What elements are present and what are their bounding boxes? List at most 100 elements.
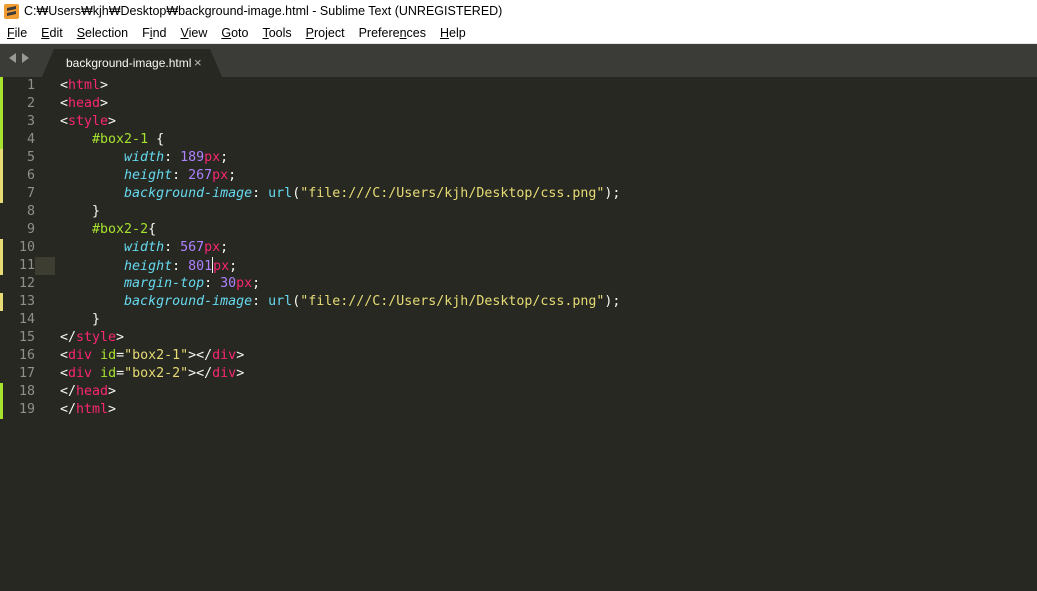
code-line[interactable]: 9 #box2-2{: [0, 221, 1037, 239]
tab-label: background-image.html: [66, 56, 192, 70]
code-token: px: [236, 276, 253, 291]
line-code: background-image: url("file:///C:/Users/…: [60, 293, 620, 311]
line-code: <html>: [60, 77, 108, 95]
code-token: }: [60, 312, 101, 327]
menu-project[interactable]: Project: [299, 26, 352, 40]
code-line[interactable]: 4 #box2-1 {: [0, 131, 1037, 149]
tab-scroll-right-icon[interactable]: [22, 53, 29, 63]
line-number: 10: [18, 240, 35, 255]
line-code: </style>: [60, 329, 124, 347]
line-number: 8: [26, 204, 35, 219]
close-icon[interactable]: ×: [194, 55, 202, 70]
code-token: 801: [188, 259, 213, 274]
code-line[interactable]: 11 height: 801px;: [0, 257, 1037, 275]
menu-goto[interactable]: Goto: [214, 26, 255, 40]
code-token: <: [60, 114, 69, 129]
code-token: (: [292, 186, 301, 201]
code-token: );: [604, 186, 621, 201]
line-number: 9: [26, 222, 35, 237]
code-token: ;: [220, 240, 229, 255]
line-number: 13: [18, 294, 35, 309]
code-token: url: [268, 294, 293, 309]
code-token: <: [60, 96, 69, 111]
code-token: =: [116, 348, 125, 363]
code-line[interactable]: 15 </style>: [0, 329, 1037, 347]
line-number: 4: [26, 132, 35, 147]
code-line[interactable]: 5 width: 189px;: [0, 149, 1037, 167]
code-token: "box2-2": [124, 366, 189, 381]
code-token: 267: [188, 168, 213, 183]
code-token: <: [60, 348, 69, 363]
menu-preferences[interactable]: Preferences: [352, 26, 433, 40]
code-token: >: [236, 366, 245, 381]
code-line[interactable]: 16 <div id="box2-1"></div>: [0, 347, 1037, 365]
code-line[interactable]: 1 <html>: [0, 77, 1037, 95]
code-token: style: [68, 114, 109, 129]
code-token: 567: [180, 240, 205, 255]
line-number: 14: [18, 312, 35, 327]
code-line[interactable]: 13 background-image: url("file:///C:/Use…: [0, 293, 1037, 311]
code-token: ;: [220, 150, 229, 165]
code-token: html: [68, 78, 101, 93]
menu-find[interactable]: Find: [135, 26, 173, 40]
tab-background-image-html[interactable]: background-image.html ×: [42, 49, 222, 77]
line-code: height: 267px;: [60, 167, 236, 185]
line-number: 3: [26, 114, 35, 129]
code-line[interactable]: 7 background-image: url("file:///C:/User…: [0, 185, 1037, 203]
tab-scroll-left-icon[interactable]: [9, 53, 16, 63]
line-code: </html>: [60, 401, 116, 419]
code-token: div: [212, 348, 237, 363]
line-number: 19: [18, 402, 35, 417]
line-number: 1: [26, 78, 35, 93]
menu-tools[interactable]: Tools: [255, 26, 298, 40]
line-code: </head>: [60, 383, 116, 401]
menu-edit[interactable]: Edit: [34, 26, 70, 40]
line-code: height: 801px;: [60, 257, 237, 276]
code-line[interactable]: 10 width: 567px;: [0, 239, 1037, 257]
line-code: width: 189px;: [60, 149, 228, 167]
code-line[interactable]: 19 </html>: [0, 401, 1037, 419]
menu-selection[interactable]: Selection: [70, 26, 135, 40]
code-line[interactable]: 18 </head>: [0, 383, 1037, 401]
line-code: }: [60, 311, 100, 329]
line-number: 17: [18, 366, 35, 381]
line-code: <div id="box2-2"></div>: [60, 365, 244, 383]
tab-scroll-arrows[interactable]: [9, 53, 29, 63]
title-bar: C:₩Users₩kjh₩Desktop₩background-image.ht…: [0, 0, 1037, 22]
code-token: >: [108, 402, 117, 417]
code-token: height: [124, 259, 173, 274]
code-token: "box2-1": [124, 348, 189, 363]
code-token: >: [108, 114, 117, 129]
code-line[interactable]: 3 <style>: [0, 113, 1037, 131]
line-number: 16: [18, 348, 35, 363]
line-code: #box2-2{: [60, 221, 156, 239]
code-token: px: [204, 240, 221, 255]
code-line[interactable]: 6 height: 267px;: [0, 167, 1037, 185]
code-token: (: [292, 294, 301, 309]
menu-help[interactable]: Help: [433, 26, 473, 40]
code-editor[interactable]: 1 <html> 2 <head> 3 <style> 4 #box2-1 {5 width…: [0, 77, 1037, 591]
line-code: <style>: [60, 113, 116, 131]
code-line[interactable]: 8 }: [0, 203, 1037, 221]
code-line[interactable]: 12 margin-top: 30px;: [0, 275, 1037, 293]
code-line[interactable]: 2 <head>: [0, 95, 1037, 113]
code-token: <: [60, 78, 69, 93]
menu-view[interactable]: View: [173, 26, 214, 40]
code-token: 189: [180, 150, 205, 165]
code-token: >: [100, 78, 109, 93]
code-token: "file:///C:/Users/kjh/Desktop/css.png": [300, 294, 605, 309]
menu-file[interactable]: File: [0, 26, 34, 40]
code-token: div: [68, 348, 93, 363]
code-line[interactable]: 17 <div id="box2-2"></div>: [0, 365, 1037, 383]
code-token: px: [204, 150, 221, 165]
code-token: ></: [188, 348, 213, 363]
code-line[interactable]: 14 }: [0, 311, 1037, 329]
code-token: </: [60, 330, 77, 345]
